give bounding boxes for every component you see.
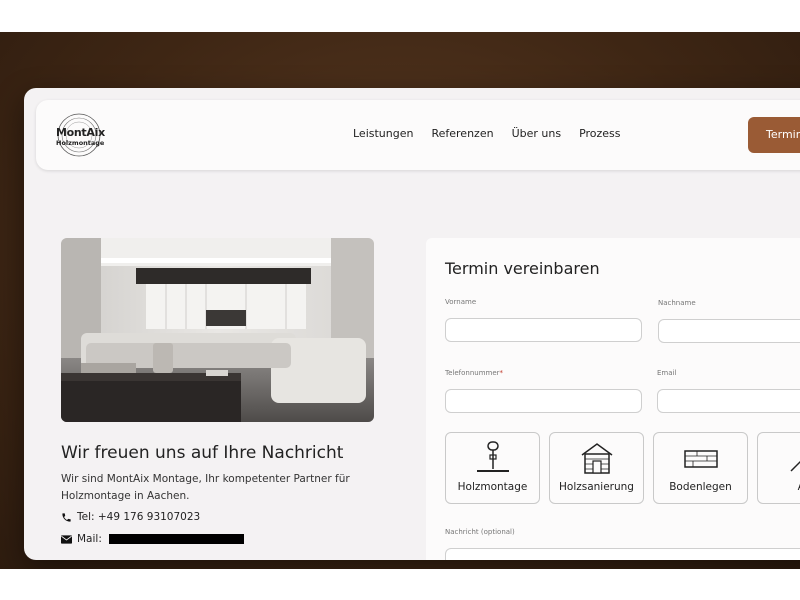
phone-contact[interactable]: Tel: +49 176 93107023 [61, 511, 200, 523]
telefon-label-text: Telefonnummer [445, 369, 500, 377]
termin-button[interactable]: Termin [748, 117, 800, 153]
logo-subtitle: Holzmontage [56, 139, 105, 147]
nachricht-label: Nachricht (optional) [445, 528, 515, 536]
backdrop: MontAix Holzmontage Leistungen Referenze… [0, 32, 800, 569]
nachname-input[interactable] [658, 319, 800, 343]
navbar: MontAix Holzmontage Leistungen Referenze… [36, 100, 800, 170]
form-title: Termin vereinbaren [445, 259, 600, 278]
hammer-icon [789, 460, 800, 472]
interior-photo [61, 238, 374, 422]
service-card-bodenlegen[interactable]: Bodenlegen [653, 432, 748, 504]
telefon-input[interactable] [445, 389, 642, 413]
appointment-form: Termin vereinbaren Vorname Nachname Tele… [426, 238, 800, 560]
vorname-input[interactable] [445, 318, 642, 342]
phone-text: Tel: +49 176 93107023 [77, 511, 201, 523]
nav-link-leistungen[interactable]: Leistungen [353, 127, 413, 140]
service-card-holzsanierung[interactable]: Holzsanierung [549, 432, 644, 504]
email-input[interactable] [657, 389, 800, 413]
mail-icon [61, 534, 72, 544]
service-label: Bodenlegen [669, 481, 732, 493]
nachname-label: Nachname [658, 299, 696, 307]
required-marker: * [499, 369, 504, 377]
mail-redacted [108, 534, 244, 544]
service-card-abbruch[interactable]: Ab [757, 432, 800, 504]
mail-contact[interactable]: Mail: [61, 533, 244, 545]
logo[interactable]: MontAix Holzmontage [56, 112, 105, 158]
service-card-holzmontage[interactable]: Holzmontage [445, 432, 540, 504]
logo-name: MontAix [56, 126, 105, 139]
nav-links: Leistungen Referenzen Über uns Prozess [353, 127, 621, 140]
telefon-label: Telefonnummer* [445, 369, 503, 377]
nav-link-prozess[interactable]: Prozess [579, 127, 620, 140]
drill-icon [476, 441, 509, 472]
nav-link-referenzen[interactable]: Referenzen [431, 127, 493, 140]
intro-description: Wir sind MontAix Montage, Ihr kompetente… [61, 473, 350, 502]
vorname-label: Vorname [445, 298, 477, 306]
service-label: Ab [758, 481, 800, 493]
service-label: Holzsanierung [559, 481, 634, 493]
nachricht-textarea[interactable] [445, 548, 800, 560]
service-label: Holzmontage [457, 481, 528, 493]
wooden-house-icon [581, 443, 612, 474]
floor-planks-icon [683, 450, 718, 468]
email-label: Email [657, 369, 677, 377]
phone-icon [62, 512, 71, 522]
browser-window: MontAix Holzmontage Leistungen Referenze… [24, 88, 800, 560]
nav-link-ueber-uns[interactable]: Über uns [512, 127, 562, 140]
mail-label: Mail: [77, 533, 102, 545]
intro-title: Wir freuen uns auf Ihre Nachricht [61, 443, 344, 463]
